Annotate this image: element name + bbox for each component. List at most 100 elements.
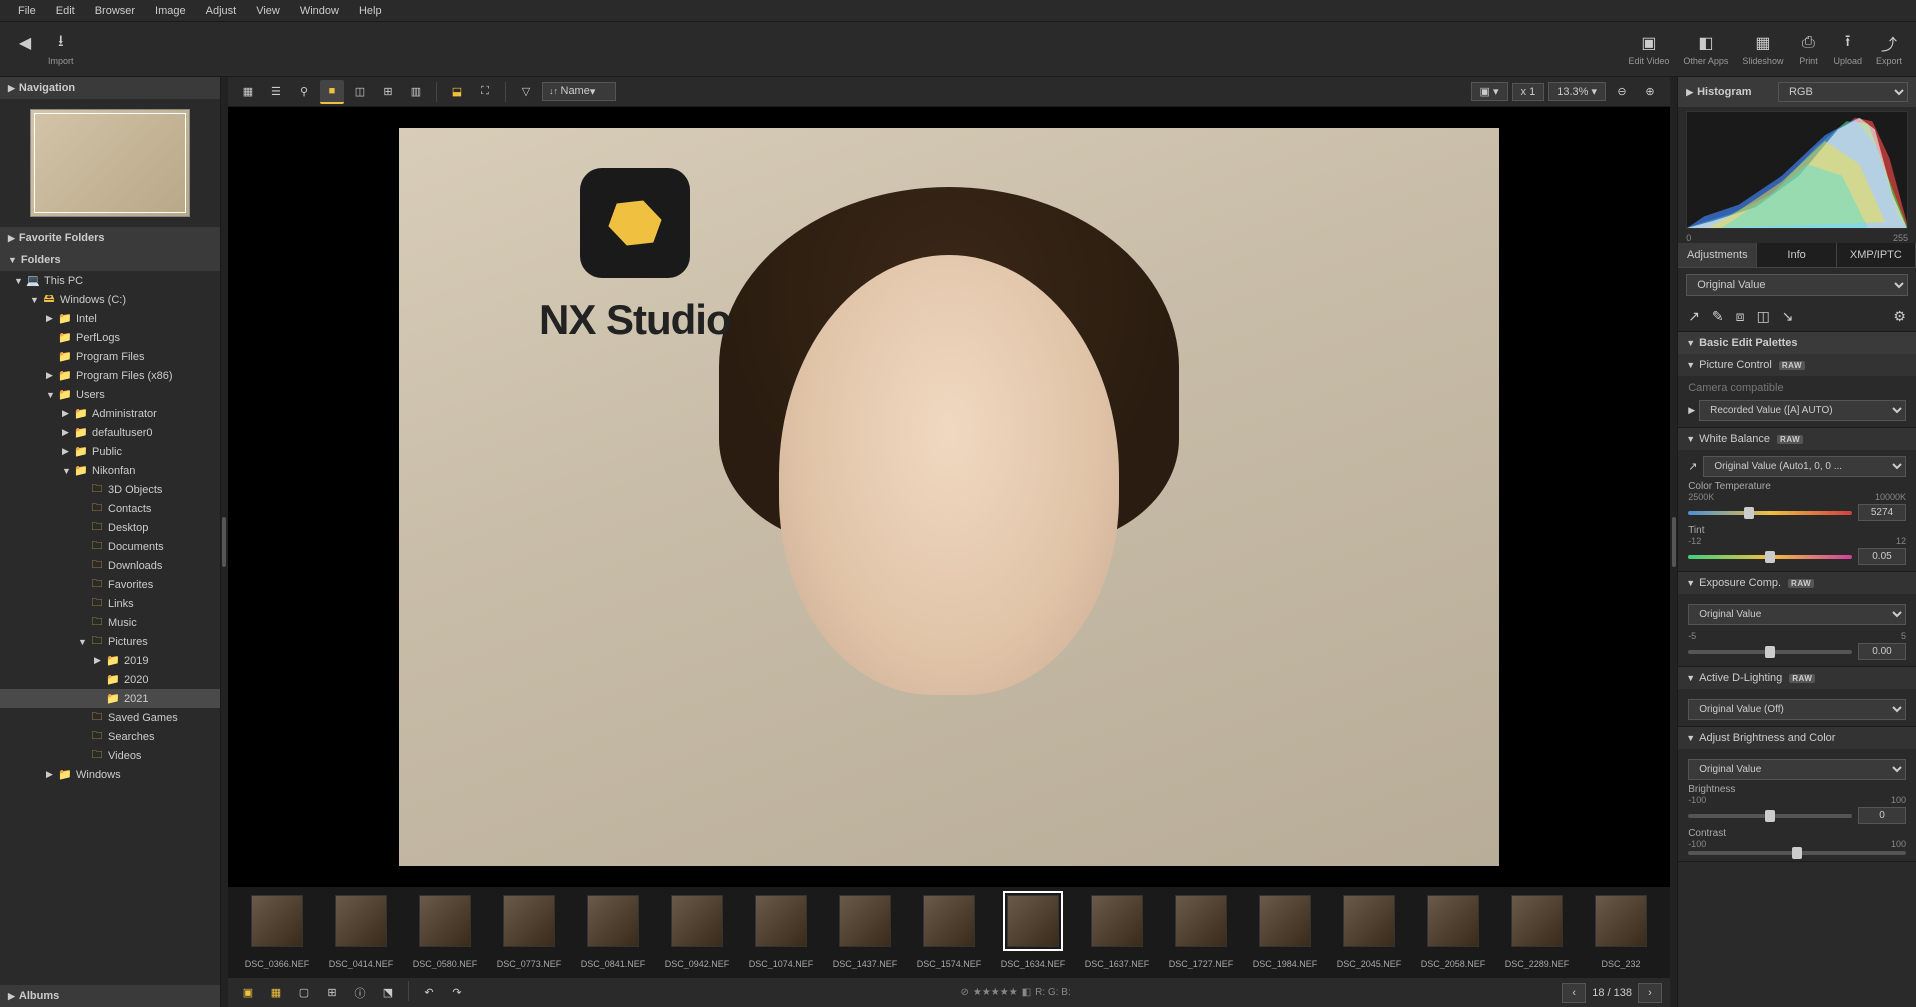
zoom-100-button[interactable]: x 1 (1512, 83, 1545, 101)
fit-button[interactable]: ▣ ▾ (1471, 82, 1508, 101)
straighten-icon[interactable]: ◫ (1757, 308, 1770, 325)
filter-btn[interactable]: ▽ (514, 80, 538, 104)
filmstrip-thumb[interactable]: DSC_2289.NEF (1496, 895, 1578, 969)
preset-select[interactable]: Original Value (1686, 274, 1908, 296)
tint-slider[interactable] (1688, 555, 1852, 559)
folder-tree[interactable]: ▼💻This PC▼🖴Windows (C:)▶📁Intel 📁PerfLogs… (0, 271, 220, 985)
histogram-header[interactable]: ▶ Histogram RGB (1678, 77, 1916, 107)
exposure-slider[interactable] (1688, 650, 1852, 654)
other-apps-button[interactable]: ◧Other Apps (1677, 32, 1734, 66)
favorite-folders-header[interactable]: ▶Favorite Folders (0, 227, 220, 249)
expand-icon[interactable]: ▼ (14, 276, 26, 286)
expand-icon[interactable]: ▶ (62, 427, 74, 438)
crop-icon[interactable]: ⧈ (1736, 308, 1745, 325)
view-before-after-btn[interactable]: ▥ (404, 80, 428, 104)
histogram-overlay-btn[interactable]: ⬔ (376, 981, 400, 1005)
tree-row[interactable]: ▶📁Public (0, 442, 220, 461)
gear-icon[interactable]: ⚙ (1893, 308, 1906, 325)
tree-row[interactable]: 📁PerfLogs (0, 328, 220, 347)
filmstrip-thumb[interactable]: DSC_0841.NEF (572, 895, 654, 969)
white-balance-header[interactable]: ▼White BalanceRAW (1678, 428, 1916, 450)
contrast-slider[interactable] (1688, 851, 1906, 855)
view-list-btn[interactable]: ☰ (264, 80, 288, 104)
filmstrip-thumb[interactable]: DSC_1637.NEF (1076, 895, 1158, 969)
tab-xmp-iptc[interactable]: XMP/IPTC (1837, 243, 1916, 267)
perspective-icon[interactable]: ↘ (1782, 308, 1794, 325)
tree-row[interactable]: ▶📁Administrator (0, 404, 220, 423)
tree-row[interactable]: ▶📁defaultuser0 (0, 423, 220, 442)
adl-header[interactable]: ▼Active D-LightingRAW (1678, 667, 1916, 689)
next-page-btn[interactable]: › (1638, 983, 1662, 1003)
exposure-select[interactable]: Original Value (1688, 604, 1906, 625)
expand-icon[interactable]: ▶ (1688, 405, 1695, 416)
tree-row[interactable]: 🗀Saved Games (0, 708, 220, 727)
eyedropper-icon[interactable]: ✎ (1712, 308, 1724, 325)
slideshow-button[interactable]: ▦Slideshow (1736, 32, 1789, 66)
info-overlay-btn[interactable]: ▢ (292, 981, 316, 1005)
view-single-btn[interactable]: ■ (320, 80, 344, 104)
menu-help[interactable]: Help (349, 5, 392, 17)
info-btn[interactable]: ⓘ (348, 981, 372, 1005)
tree-row[interactable]: ▶📁Intel (0, 309, 220, 328)
color-temp-value[interactable] (1858, 504, 1906, 521)
select-all-btn[interactable]: ▣ (236, 981, 260, 1005)
menu-image[interactable]: Image (145, 5, 196, 17)
tree-row[interactable]: 📁Program Files (0, 347, 220, 366)
expand-icon[interactable]: ▶ (46, 769, 58, 780)
filmstrip-thumb[interactable]: DSC_0414.NEF (320, 895, 402, 969)
tree-row[interactable]: 📁2020 (0, 670, 220, 689)
color-temp-slider[interactable] (1688, 511, 1852, 515)
menu-browser[interactable]: Browser (85, 5, 145, 17)
tree-row[interactable]: 🗀Favorites (0, 575, 220, 594)
folders-header[interactable]: ▼Folders (0, 249, 220, 271)
tree-row[interactable]: 🗀Contacts (0, 499, 220, 518)
brightness-slider[interactable] (1688, 814, 1852, 818)
expand-icon[interactable]: ▶ (46, 370, 58, 381)
tree-row[interactable]: 🗀Searches (0, 727, 220, 746)
tab-adjustments[interactable]: Adjustments (1678, 243, 1757, 267)
filmstrip-thumb[interactable]: DSC_2045.NEF (1328, 895, 1410, 969)
back-button[interactable]: ◀ (8, 32, 42, 66)
view-compare2-btn[interactable]: ◫ (348, 80, 372, 104)
filmstrip-thumb[interactable]: DSC_1437.NEF (824, 895, 906, 969)
filmstrip-thumb[interactable]: DSC_2058.NEF (1412, 895, 1494, 969)
zoom-out-button[interactable]: ⊖ (1610, 80, 1634, 104)
filmstrip-thumb[interactable]: DSC_232 (1580, 895, 1662, 969)
tree-row[interactable]: 📁2021 (0, 689, 220, 708)
tree-row[interactable]: ▶📁Windows (0, 765, 220, 784)
filmstrip-thumb[interactable]: DSC_1574.NEF (908, 895, 990, 969)
brightness-color-header[interactable]: ▼Adjust Brightness and Color (1678, 727, 1916, 749)
adl-select[interactable]: Original Value (Off) (1688, 699, 1906, 720)
protect-icon[interactable]: ⊘ (960, 987, 968, 998)
print-button[interactable]: ⎙Print (1791, 32, 1825, 66)
tree-row[interactable]: ▼📁Nikonfan (0, 461, 220, 480)
menu-window[interactable]: Window (290, 5, 349, 17)
exposure-value[interactable] (1858, 643, 1906, 660)
filmstrip-pos-btn[interactable]: ⬓ (445, 80, 469, 104)
view-grid-btn[interactable]: ▦ (236, 80, 260, 104)
expand-icon[interactable]: ▶ (94, 655, 106, 666)
albums-header[interactable]: ▶Albums (0, 985, 220, 1007)
navigation-header[interactable]: ▶Navigation (0, 77, 220, 99)
redo-btn[interactable]: ↷ (445, 981, 469, 1005)
filmstrip-thumb[interactable]: DSC_0773.NEF (488, 895, 570, 969)
menu-file[interactable]: File (8, 5, 46, 17)
left-splitter[interactable] (221, 77, 228, 1007)
zoom-in-button[interactable]: ⊕ (1638, 80, 1662, 104)
wb-eyedropper-icon[interactable]: ↗ (1688, 460, 1697, 473)
tree-row[interactable]: ▼🗀Pictures (0, 632, 220, 651)
filmstrip-thumb[interactable]: DSC_0366.NEF (236, 895, 318, 969)
upload-button[interactable]: ⭱Upload (1827, 32, 1868, 66)
tree-row[interactable]: ▼🖴Windows (C:) (0, 290, 220, 309)
tree-row[interactable]: 🗀Music (0, 613, 220, 632)
tree-row[interactable]: 🗀Links (0, 594, 220, 613)
tree-row[interactable]: ▼💻This PC (0, 271, 220, 290)
rating-stars[interactable]: ★★★★★ (973, 987, 1018, 998)
label-icon[interactable]: ◧ (1022, 987, 1031, 998)
exposure-header[interactable]: ▼Exposure Comp.RAW (1678, 572, 1916, 594)
right-splitter[interactable] (1670, 77, 1677, 1007)
select-group-btn[interactable]: ▦ (264, 981, 288, 1005)
grid-overlay-btn[interactable]: ⊞ (320, 981, 344, 1005)
histogram-mode-select[interactable]: RGB (1778, 82, 1908, 102)
sort-select[interactable]: ↓↑ Name▾ (542, 82, 616, 101)
